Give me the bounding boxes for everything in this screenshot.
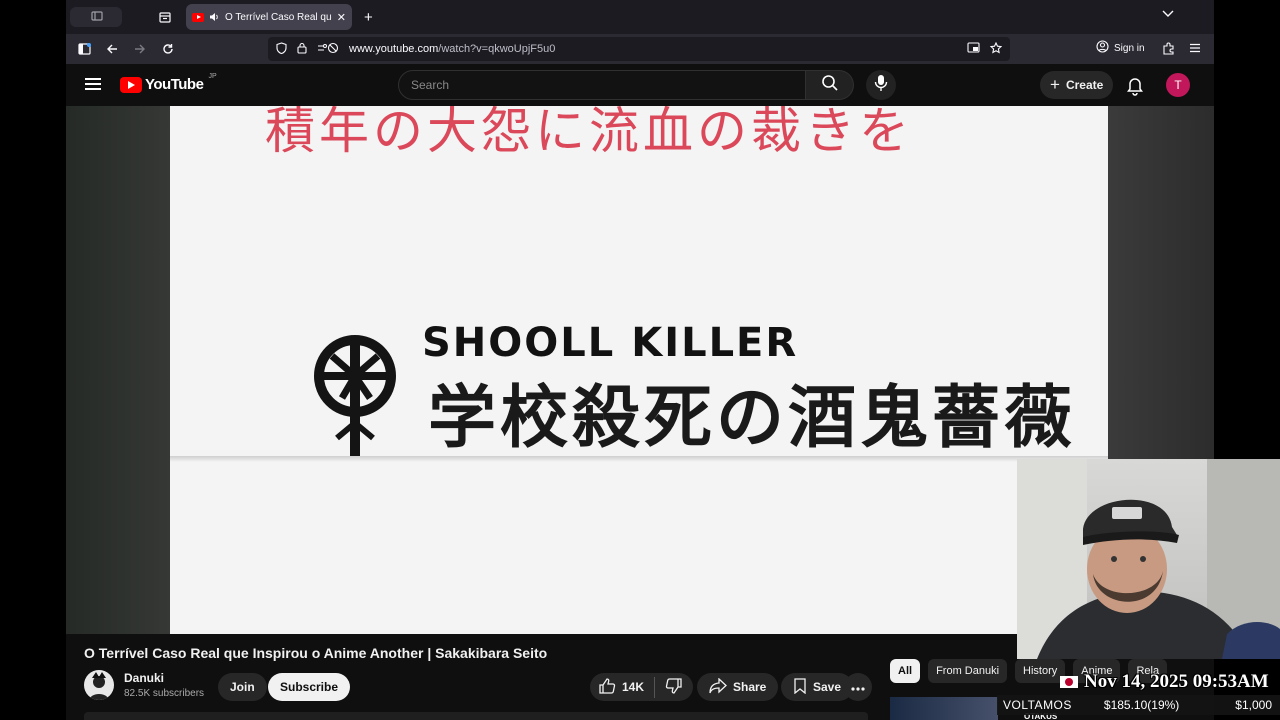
like-dislike-group: 14K	[590, 673, 694, 701]
picture-in-picture-icon[interactable]	[967, 41, 980, 57]
video-frame: 積年の大怨に流血の裁きを SHOOLL KILLER 学校殺死の酒鬼薔薇	[170, 106, 1108, 634]
ticker-goal: $1,000	[1235, 698, 1272, 712]
create-label: Create	[1065, 78, 1104, 92]
create-button[interactable]: + Create	[1040, 71, 1114, 99]
permissions-icon[interactable]	[317, 42, 339, 57]
speaker-icon[interactable]	[209, 12, 220, 22]
tracking-protection-shield-icon[interactable]	[276, 41, 287, 57]
sidebar-icon	[91, 10, 103, 22]
like-button[interactable]: 14K	[598, 676, 656, 698]
sign-in-button[interactable]: Sign in	[1096, 40, 1145, 56]
forward-arrow-icon[interactable]	[126, 37, 154, 61]
like-count: 14K	[622, 680, 645, 694]
region-code: JP	[208, 73, 217, 80]
tab-youtube-video[interactable]: O Terrível Caso Real que Inspirou o Anim…	[186, 4, 352, 30]
recommended-video-thumbnail[interactable]: OTAKUS	[890, 697, 1057, 720]
thumbs-up-icon	[598, 677, 616, 698]
plus-icon: +	[1050, 75, 1060, 94]
video-left-border	[66, 106, 170, 634]
frame-killer-text: SHOOLL KILLER	[422, 320, 799, 366]
account-icon	[1096, 40, 1109, 56]
youtube-play-logo-icon	[120, 76, 142, 93]
streamer-figure	[1017, 459, 1280, 659]
donation-ticker: VOLTAMOS $185.10(19%) $1,000	[997, 695, 1280, 715]
youtube-logo[interactable]: YouTube JP	[120, 73, 217, 93]
thumbs-down-icon	[665, 677, 683, 698]
url-text[interactable]: www.youtube.com/watch?v=qkwoUpjF5u0	[349, 43, 957, 55]
dislike-button[interactable]	[655, 677, 693, 698]
tab-manager-icon[interactable]	[158, 10, 172, 24]
search-button[interactable]	[806, 70, 854, 100]
chip-history[interactable]: History	[1015, 659, 1066, 683]
tab-list-chevron-down-icon[interactable]	[1162, 10, 1174, 18]
frame-red-handwriting: 積年の大怨に流血の裁きを	[265, 106, 913, 160]
search-icon	[821, 74, 839, 97]
bookmark-icon	[793, 677, 807, 697]
logo-wordmark: YouTube	[145, 76, 204, 93]
save-label: Save	[813, 680, 842, 694]
channel-avatar[interactable]	[84, 670, 114, 700]
tab-strip: O Terrível Caso Real que Inspirou o Anim…	[66, 0, 1214, 34]
microphone-icon	[874, 74, 888, 97]
reload-icon[interactable]	[154, 37, 182, 61]
channel-info: Danuki 82.5K subscribers	[84, 670, 204, 700]
sidebar-toggle[interactable]	[70, 7, 122, 27]
back-arrow-icon[interactable]	[98, 37, 126, 61]
bookmark-star-icon[interactable]	[989, 41, 1003, 57]
paper-fold-shadow	[170, 456, 1108, 462]
lock-icon[interactable]	[297, 42, 307, 57]
new-tab-icon[interactable]: +	[364, 9, 373, 26]
tab-title: O Terrível Caso Real que Inspirou o Anim…	[225, 11, 332, 23]
chip-from-danuki[interactable]: From Danuki	[928, 659, 1008, 683]
extensions-icon[interactable]	[1162, 42, 1175, 55]
ticker-amount: $185.10(19%)	[1103, 698, 1180, 712]
sakakibara-emblem-icon	[314, 335, 396, 458]
video-title: O Terrível Caso Real que Inspirou o Anim…	[84, 645, 548, 661]
stream-datetime: Nov 14, 2025 09:53AM	[1084, 671, 1269, 692]
japan-flag-icon	[1060, 676, 1078, 688]
sidebar-panel-icon[interactable]	[70, 37, 98, 61]
more-horizontal-icon	[851, 680, 865, 694]
frame-kanji-text: 学校殺死の酒鬼薔薇	[428, 379, 1077, 458]
tab-close-icon[interactable]: ✕	[337, 11, 346, 24]
subscriber-count: 82.5K subscribers	[124, 688, 205, 699]
channel-name[interactable]: Danuki	[124, 671, 204, 685]
join-button[interactable]: Join	[218, 673, 267, 701]
stream-datetime-overlay: Nov 14, 2025 09:53AM	[1060, 671, 1269, 693]
ticker-label: VOLTAMOS	[1003, 698, 1072, 712]
youtube-masthead: YouTube JP Search + Create T	[66, 64, 1214, 106]
navigation-toolbar: www.youtube.com/watch?v=qkwoUpjF5u0 Sign…	[66, 34, 1214, 64]
more-actions-button[interactable]	[844, 673, 872, 701]
chip-all[interactable]: All	[890, 659, 921, 683]
notifications-bell-icon[interactable]	[1124, 74, 1146, 96]
app-menu-icon[interactable]	[1189, 42, 1201, 54]
share-arrow-icon	[709, 677, 727, 697]
share-button[interactable]: Share	[697, 673, 779, 701]
subscribe-button[interactable]: Subscribe	[268, 673, 351, 701]
description-box-edge[interactable]	[84, 712, 868, 720]
address-bar[interactable]: www.youtube.com/watch?v=qkwoUpjF5u0	[268, 37, 1010, 61]
search-input[interactable]: Search	[398, 70, 806, 100]
share-label: Share	[733, 680, 767, 694]
youtube-favicon-icon	[192, 12, 204, 22]
account-avatar[interactable]: T	[1166, 73, 1190, 97]
sign-in-label: Sign in	[1114, 42, 1145, 54]
guide-menu-icon[interactable]	[85, 78, 101, 90]
streamer-webcam	[1017, 459, 1280, 659]
voice-search-button[interactable]	[866, 70, 896, 100]
save-button[interactable]: Save	[781, 673, 854, 701]
